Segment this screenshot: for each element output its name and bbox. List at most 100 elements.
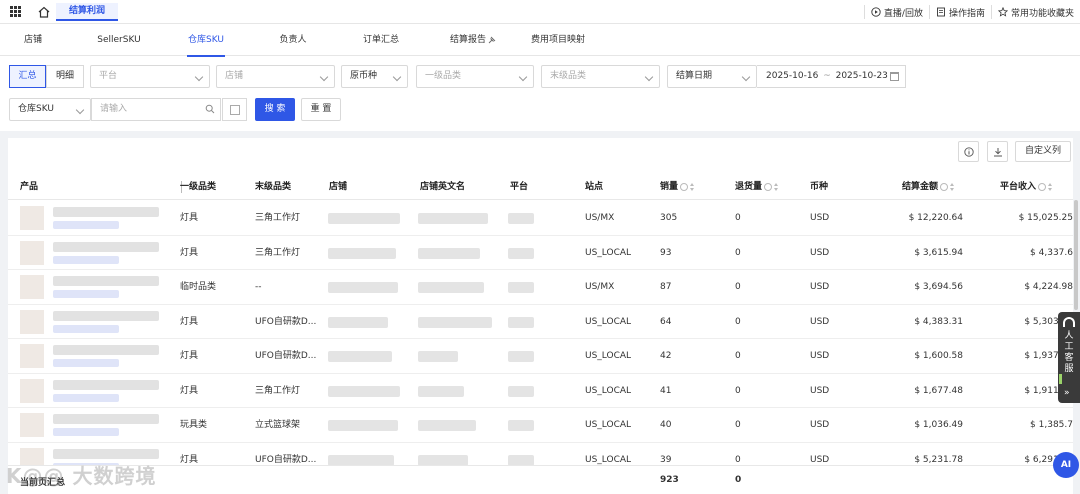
custom-columns-button[interactable]: 自定义列 bbox=[1015, 141, 1071, 162]
search-button[interactable]: 搜 索 bbox=[255, 98, 295, 121]
sort-icon[interactable] bbox=[774, 182, 779, 191]
cell-platform-income: $ 4,337.6 bbox=[1030, 247, 1073, 258]
sort-icon[interactable] bbox=[1048, 182, 1053, 191]
reset-button[interactable]: 重 置 bbox=[301, 98, 341, 121]
col-category-last: 末级品类 bbox=[255, 182, 292, 192]
product-thumbnail[interactable] bbox=[20, 413, 44, 437]
cell-category1: 灯具 bbox=[180, 351, 199, 361]
product-sku-redacted[interactable] bbox=[53, 359, 119, 367]
divider bbox=[863, 5, 865, 19]
table-row[interactable]: 灯具 三角工作灯 US_LOCAL 93 0 USD $ 3,615.94 $ 4,337.6 bbox=[8, 235, 1073, 270]
col-shop: 店铺 bbox=[329, 182, 348, 192]
chevron-right-icon[interactable]: » bbox=[1064, 388, 1070, 398]
product-sku-redacted[interactable] bbox=[53, 428, 119, 436]
platform-redacted bbox=[508, 282, 534, 293]
cell-sales: 41 bbox=[660, 385, 672, 396]
platform-select[interactable]: 平台 bbox=[90, 65, 210, 88]
col-shop-english: 店铺英文名 bbox=[420, 182, 466, 192]
shop-redacted bbox=[328, 282, 398, 293]
shop-english-redacted bbox=[418, 420, 476, 431]
table-row[interactable]: 灯具 UFO自研款D... US_LOCAL 42 0 USD $ 1,600.58 $ 1,… bbox=[8, 339, 1073, 374]
table-row[interactable]: 灯具 UFO自研款D... US_LOCAL 64 0 USD $ 4,383.31 $ 5,… bbox=[8, 304, 1073, 339]
live-replay-label: 直播/回放 bbox=[883, 8, 923, 19]
cell-category1: 灯具 bbox=[180, 316, 199, 327]
product-sku-redacted[interactable] bbox=[53, 393, 119, 402]
favorites-link[interactable]: 常用功能收藏夹 bbox=[997, 6, 1074, 19]
product-thumbnail[interactable] bbox=[20, 206, 44, 230]
col-returns[interactable]: 退货量 bbox=[735, 174, 779, 200]
sort-icon[interactable] bbox=[690, 182, 695, 191]
tab-settlement-report[interactable]: 结算报告 bbox=[448, 24, 488, 56]
vertical-scrollbar[interactable] bbox=[1074, 200, 1078, 310]
date-range-picker[interactable]: 2025-10-16 ~ 2025-10-23 bbox=[757, 65, 906, 88]
product-name-redacted bbox=[53, 414, 159, 424]
sku-type-select[interactable]: 仓库SKU bbox=[9, 98, 91, 121]
batch-input-button[interactable] bbox=[222, 98, 247, 121]
app-tab-settlement-profit[interactable]: 结算利润 bbox=[56, 3, 119, 21]
ai-assistant-button[interactable]: AI bbox=[1053, 452, 1079, 478]
product-sku-redacted[interactable] bbox=[53, 221, 119, 229]
info-button[interactable] bbox=[958, 141, 979, 162]
cell-site: US_LOCAL bbox=[585, 247, 632, 258]
info-icon[interactable] bbox=[940, 182, 949, 191]
play-circle-icon bbox=[871, 7, 881, 17]
sub-tabs: 店铺 SellerSKU 仓库SKU 负责人 订单汇总 结算报告 费用项目映射 bbox=[0, 24, 1080, 57]
guide-link[interactable]: 操作指南 bbox=[936, 6, 985, 19]
table-row[interactable]: 玩具类 立式篮球架 US_LOCAL 40 0 USD $ 1,036.49 $ 1,385.… bbox=[8, 408, 1073, 443]
currency-select[interactable]: 原币种 bbox=[341, 65, 408, 88]
sort-icon[interactable] bbox=[950, 182, 955, 191]
product-thumbnail[interactable] bbox=[20, 240, 44, 265]
product-thumbnail[interactable] bbox=[20, 378, 44, 403]
col-platform-income-label: 平台收入 bbox=[1000, 182, 1037, 192]
customer-service-float[interactable]: 人工客服 » bbox=[1058, 312, 1080, 403]
product-sku-redacted[interactable] bbox=[53, 324, 119, 333]
tab-warehouse-sku[interactable]: 仓库SKU bbox=[185, 24, 227, 57]
product-name-redacted bbox=[53, 241, 159, 252]
tab-owner[interactable]: 负责人 bbox=[277, 24, 309, 56]
col-settlement[interactable]: 结算金额 bbox=[902, 174, 955, 200]
cell-returns: 0 bbox=[735, 282, 741, 292]
info-icon[interactable] bbox=[680, 182, 689, 191]
download-button[interactable] bbox=[987, 141, 1008, 162]
detail-mode-button[interactable]: 明细 bbox=[46, 65, 84, 88]
search-icon[interactable] bbox=[205, 104, 215, 114]
shop-select[interactable]: 店铺 bbox=[216, 65, 335, 88]
cell-returns: 0 bbox=[735, 213, 741, 223]
col-platform-income[interactable]: 平台收入 bbox=[1000, 174, 1053, 200]
product-thumbnail[interactable] bbox=[20, 344, 44, 368]
info-icon[interactable] bbox=[764, 182, 773, 191]
table-row[interactable]: 灯具 三角工作灯 US_LOCAL 41 0 USD $ 1,677.48 $ 1,911.5… bbox=[8, 373, 1073, 408]
tab-shop[interactable]: 店铺 bbox=[22, 24, 44, 56]
home-icon[interactable] bbox=[37, 5, 51, 19]
product-name-redacted bbox=[53, 379, 159, 390]
product-sku-redacted[interactable] bbox=[53, 255, 119, 264]
cell-category-last: 三角工作灯 bbox=[255, 213, 301, 223]
shop-english-redacted bbox=[418, 385, 464, 397]
cell-sales: 93 bbox=[660, 247, 672, 258]
table-row[interactable]: 临时品类 -- US/MX 87 0 USD $ 3,694.56 $ 4,224.98 bbox=[8, 270, 1073, 305]
live-replay-link[interactable]: 直播/回放 bbox=[871, 6, 923, 19]
cell-sales: 87 bbox=[660, 282, 672, 292]
tab-fee-mapping[interactable]: 费用项目映射 bbox=[530, 24, 586, 56]
product-thumbnail[interactable] bbox=[20, 275, 44, 299]
category1-select[interactable]: 一级品类 bbox=[416, 65, 534, 88]
summary-mode-button[interactable]: 汇总 bbox=[9, 65, 46, 88]
calendar-icon bbox=[890, 72, 899, 81]
table-row[interactable]: 灯具 三角工作灯 US/MX 305 0 USD $ 12,220.64 $ 15,025.2… bbox=[8, 201, 1073, 236]
cell-currency: USD bbox=[810, 420, 830, 430]
pin-icon[interactable] bbox=[488, 36, 496, 44]
sku-search-input[interactable]: 请输入 bbox=[91, 98, 221, 121]
app-grid-icon[interactable] bbox=[10, 6, 21, 17]
product-thumbnail[interactable] bbox=[20, 309, 44, 334]
product-sku-redacted[interactable] bbox=[53, 290, 119, 298]
watermark-logo: K@@ 大数跨境 bbox=[6, 464, 157, 488]
tab-order-summary[interactable]: 订单汇总 bbox=[361, 24, 401, 56]
tab-seller-sku[interactable]: SellerSKU bbox=[96, 24, 142, 56]
col-sales[interactable]: 销量 bbox=[660, 174, 695, 200]
date-type-select[interactable]: 结算日期 bbox=[667, 65, 757, 88]
cell-sales: 40 bbox=[660, 420, 672, 430]
info-icon[interactable] bbox=[1038, 182, 1047, 191]
shop-english-redacted bbox=[418, 351, 458, 362]
category-last-select[interactable]: 末级品类 bbox=[541, 65, 660, 88]
col-platform: 平台 bbox=[510, 182, 529, 192]
